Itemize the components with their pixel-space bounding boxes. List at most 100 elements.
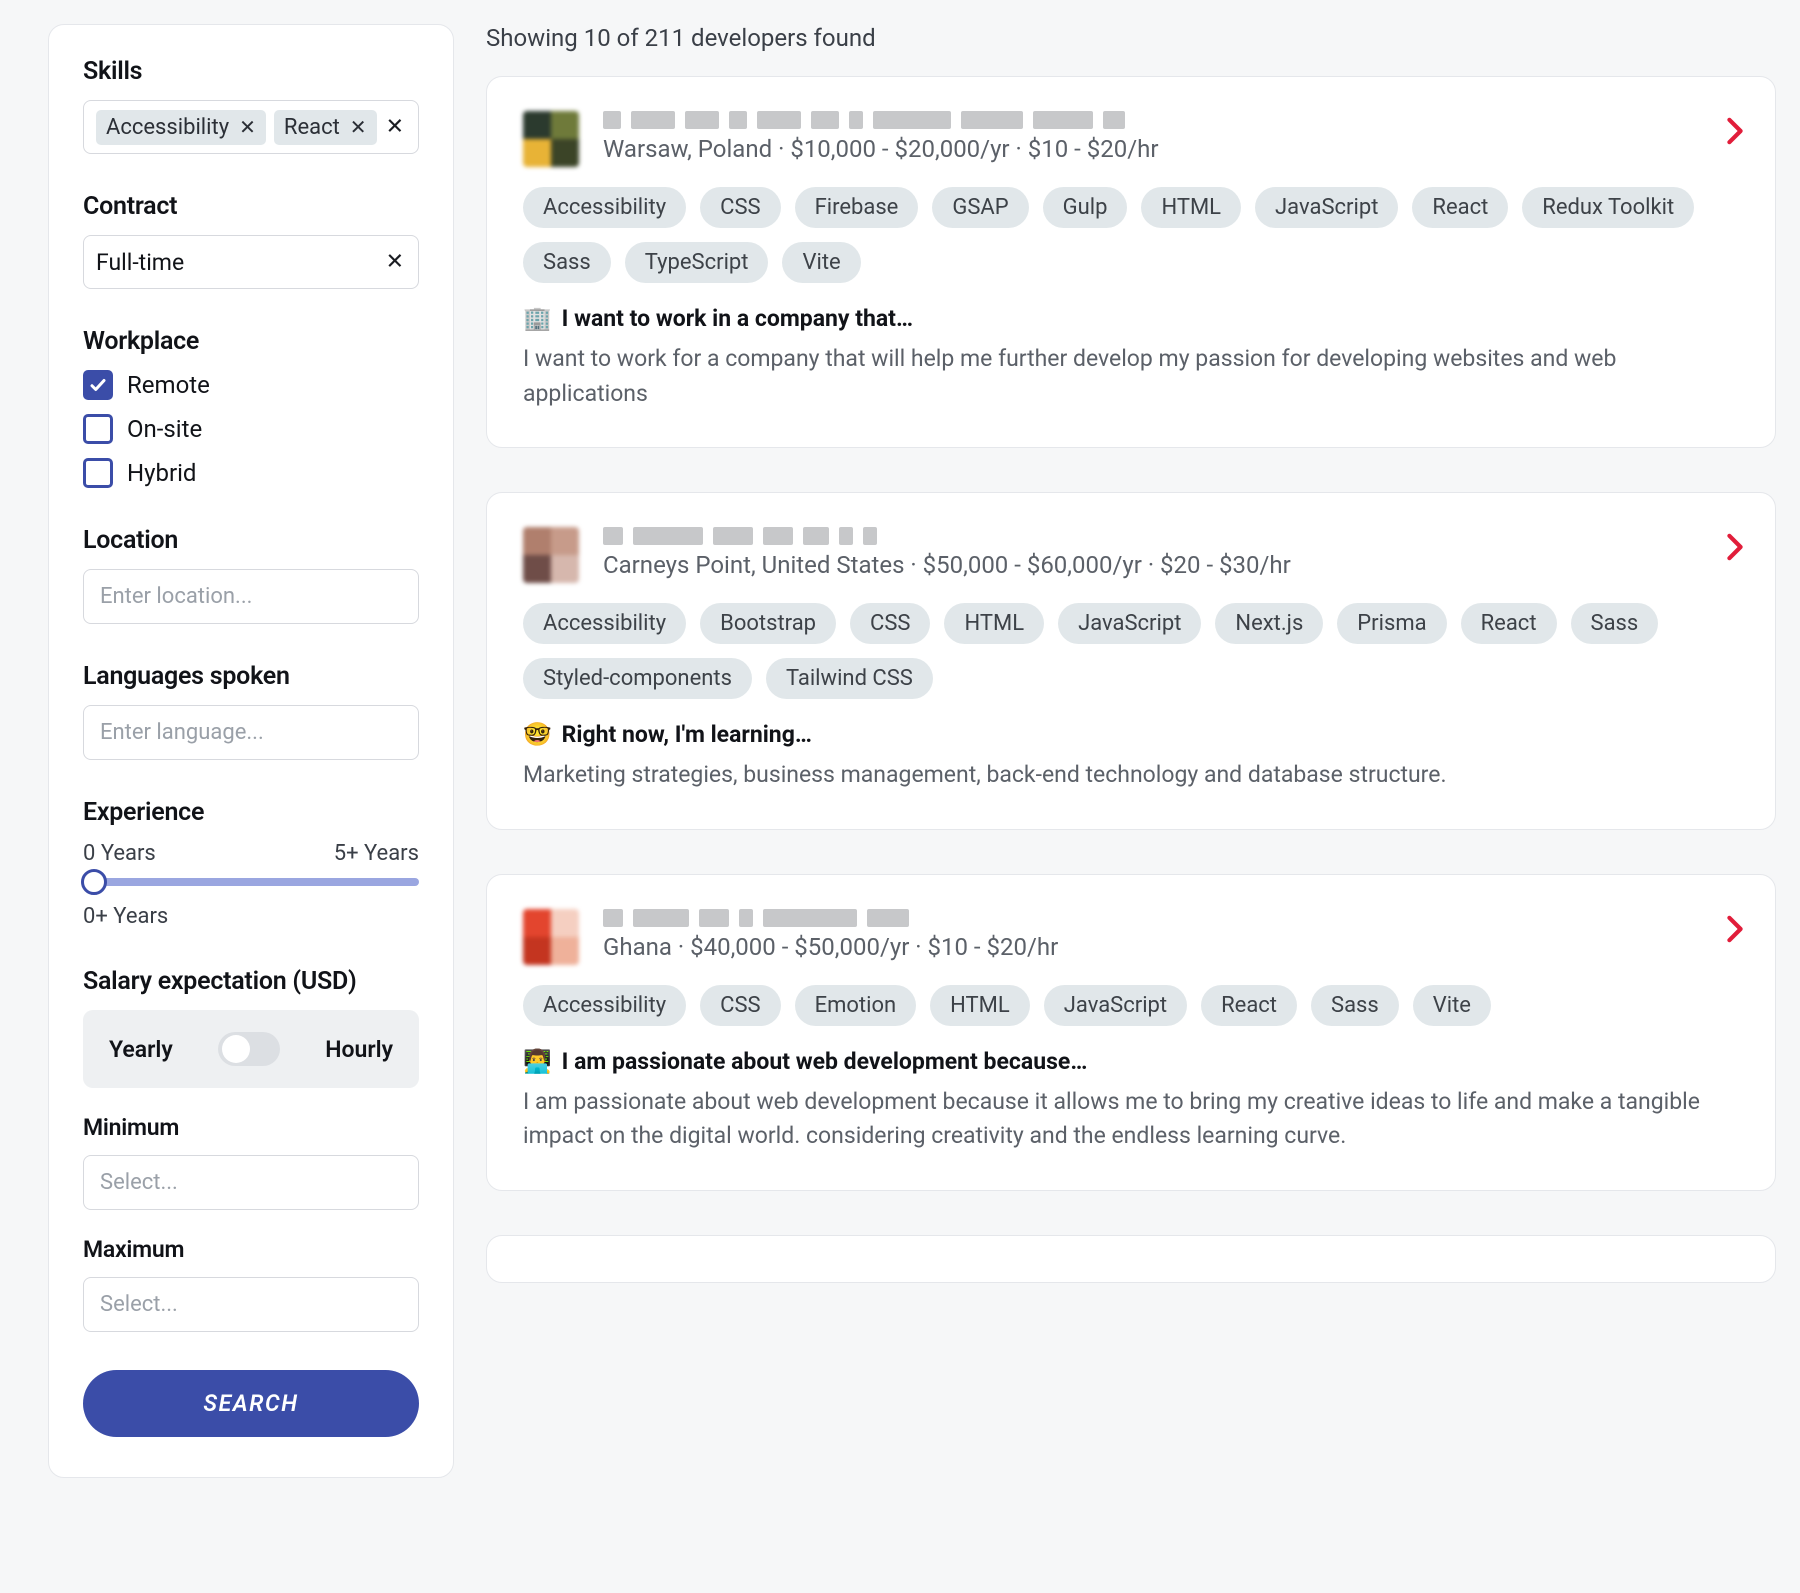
skill-tag: Accessibility bbox=[523, 603, 686, 644]
skill-tag: Sass bbox=[523, 242, 611, 283]
skill-tag: React bbox=[1201, 985, 1297, 1026]
workplace-option-label: Hybrid bbox=[127, 459, 196, 487]
redacted-name-fragment bbox=[839, 527, 853, 545]
skill-tag: React bbox=[1461, 603, 1557, 644]
results-count: Showing 10 of 211 developers found bbox=[486, 24, 1776, 52]
skills-combobox[interactable]: Accessibility ✕ React ✕ ✕ bbox=[83, 100, 419, 154]
checkbox[interactable] bbox=[83, 414, 113, 444]
skill-tag: HTML bbox=[944, 603, 1044, 644]
skill-tags: AccessibilityBootstrapCSSHTMLJavaScriptN… bbox=[523, 603, 1739, 699]
redacted-name-fragment bbox=[961, 111, 1023, 129]
developer-card[interactable]: Ghana · $40,000 - $50,000/yr · $10 - $20… bbox=[486, 874, 1776, 1191]
skill-tag: Bootstrap bbox=[700, 603, 836, 644]
filter-location: Location bbox=[83, 526, 419, 624]
redacted-name-fragment bbox=[729, 111, 747, 129]
highlight-emoji-icon: 🤓 bbox=[523, 721, 552, 748]
workplace-option[interactable]: Hybrid bbox=[83, 458, 419, 488]
developer-meta: Warsaw, Poland · $10,000 - $20,000/yr · … bbox=[603, 135, 1739, 163]
developer-card[interactable]: Carneys Point, United States · $50,000 -… bbox=[486, 492, 1776, 830]
open-profile-chevron-icon[interactable] bbox=[1725, 915, 1745, 950]
clear-contract-icon[interactable]: ✕ bbox=[386, 250, 404, 275]
skill-chip-label: React bbox=[284, 115, 340, 140]
checkbox[interactable] bbox=[83, 458, 113, 488]
salary-period-toggle: Yearly Hourly bbox=[83, 1010, 419, 1088]
skill-tag: JavaScript bbox=[1044, 985, 1187, 1026]
open-profile-chevron-icon[interactable] bbox=[1725, 533, 1745, 568]
salary-max-select[interactable] bbox=[83, 1277, 419, 1332]
skill-tag: Emotion bbox=[795, 985, 917, 1026]
contract-select[interactable]: Full-time ✕ bbox=[83, 235, 419, 289]
avatar bbox=[523, 527, 579, 583]
salary-max-label: Maximum bbox=[83, 1236, 419, 1263]
redacted-name-fragment bbox=[603, 527, 623, 545]
redacted-name-fragment bbox=[803, 527, 829, 545]
redacted-name-fragment bbox=[739, 909, 753, 927]
skill-tag: JavaScript bbox=[1255, 187, 1398, 228]
redacted-name-fragment bbox=[603, 111, 621, 129]
search-button[interactable]: SEARCH bbox=[83, 1370, 419, 1437]
filters-sidebar: Skills Accessibility✕React✕✕ Contract Fu… bbox=[48, 24, 454, 1478]
remove-skill-icon[interactable]: ✕ bbox=[239, 117, 256, 137]
highlight-body: Marketing strategies, business managemen… bbox=[523, 758, 1739, 793]
filter-languages: Languages spoken bbox=[83, 662, 419, 760]
highlight-title: 👨‍💻I am passionate about web development… bbox=[523, 1048, 1739, 1075]
experience-label: Experience bbox=[83, 798, 419, 827]
redacted-name-fragment bbox=[1103, 111, 1125, 129]
language-input[interactable] bbox=[83, 705, 419, 760]
workplace-option-label: Remote bbox=[127, 371, 210, 399]
skill-tag: Styled-components bbox=[523, 658, 752, 699]
salary-label: Salary expectation (USD) bbox=[83, 967, 419, 996]
salary-yearly-label: Yearly bbox=[109, 1036, 173, 1063]
filter-salary-max: Maximum bbox=[83, 1236, 419, 1332]
developer-card[interactable]: Warsaw, Poland · $10,000 - $20,000/yr · … bbox=[486, 76, 1776, 448]
filter-workplace: Workplace Remote On-site Hybrid bbox=[83, 327, 419, 488]
workplace-option[interactable]: On-site bbox=[83, 414, 419, 444]
skill-tag: JavaScript bbox=[1058, 603, 1201, 644]
redacted-name-fragment bbox=[685, 111, 719, 129]
developer-card-stub[interactable] bbox=[486, 1235, 1776, 1283]
clear-skills-icon[interactable]: ✕ bbox=[386, 115, 404, 140]
experience-slider-thumb[interactable] bbox=[81, 869, 107, 895]
redacted-name-fragment bbox=[873, 111, 951, 129]
filter-contract: Contract Full-time ✕ bbox=[83, 192, 419, 289]
redacted-name-fragment bbox=[633, 527, 703, 545]
redacted-name-fragment bbox=[699, 909, 729, 927]
salary-min-select[interactable] bbox=[83, 1155, 419, 1210]
skill-tags: AccessibilityCSSEmotionHTMLJavaScriptRea… bbox=[523, 985, 1739, 1026]
skill-tag: Vite bbox=[1413, 985, 1491, 1026]
open-profile-chevron-icon[interactable] bbox=[1725, 117, 1745, 152]
experience-min-label: 0 Years bbox=[83, 841, 156, 866]
redacted-name-fragment bbox=[849, 111, 863, 129]
skill-tag: Prisma bbox=[1337, 603, 1446, 644]
redacted-name-fragment bbox=[763, 527, 793, 545]
salary-period-switch[interactable] bbox=[218, 1032, 280, 1066]
highlight-body: I want to work for a company that will h… bbox=[523, 342, 1739, 411]
redacted-name-fragment bbox=[757, 111, 801, 129]
skill-chip-label: Accessibility bbox=[106, 115, 229, 140]
salary-min-label: Minimum bbox=[83, 1114, 419, 1141]
developer-meta: Ghana · $40,000 - $50,000/yr · $10 - $20… bbox=[603, 933, 1739, 961]
checkbox[interactable] bbox=[83, 370, 113, 400]
remove-skill-icon[interactable]: ✕ bbox=[350, 117, 367, 137]
filter-experience: Experience 0 Years 5+ Years 0+ Years bbox=[83, 798, 419, 929]
redacted-name-fragment bbox=[631, 111, 675, 129]
redacted-name-fragment bbox=[867, 909, 909, 927]
location-input[interactable] bbox=[83, 569, 419, 624]
contract-label: Contract bbox=[83, 192, 419, 221]
skill-tag: Tailwind CSS bbox=[766, 658, 933, 699]
skill-tag: HTML bbox=[1141, 187, 1241, 228]
skill-tag: Vite bbox=[782, 242, 860, 283]
redacted-name-fragment bbox=[633, 909, 689, 927]
skill-tag: TypeScript bbox=[625, 242, 769, 283]
skill-chip: React ✕ bbox=[274, 110, 377, 145]
experience-slider[interactable] bbox=[83, 878, 419, 886]
skill-tag: Redux Toolkit bbox=[1522, 187, 1694, 228]
highlight-emoji-icon: 🏢 bbox=[523, 305, 552, 332]
skill-tags: AccessibilityCSSFirebaseGSAPGulpHTMLJava… bbox=[523, 187, 1739, 283]
workplace-label: Workplace bbox=[83, 327, 419, 356]
workplace-option-label: On-site bbox=[127, 415, 202, 443]
redacted-name-fragment bbox=[1033, 111, 1093, 129]
workplace-option[interactable]: Remote bbox=[83, 370, 419, 400]
results-panel: Showing 10 of 211 developers found Warsa… bbox=[486, 24, 1776, 1478]
highlight-emoji-icon: 👨‍💻 bbox=[523, 1048, 552, 1075]
